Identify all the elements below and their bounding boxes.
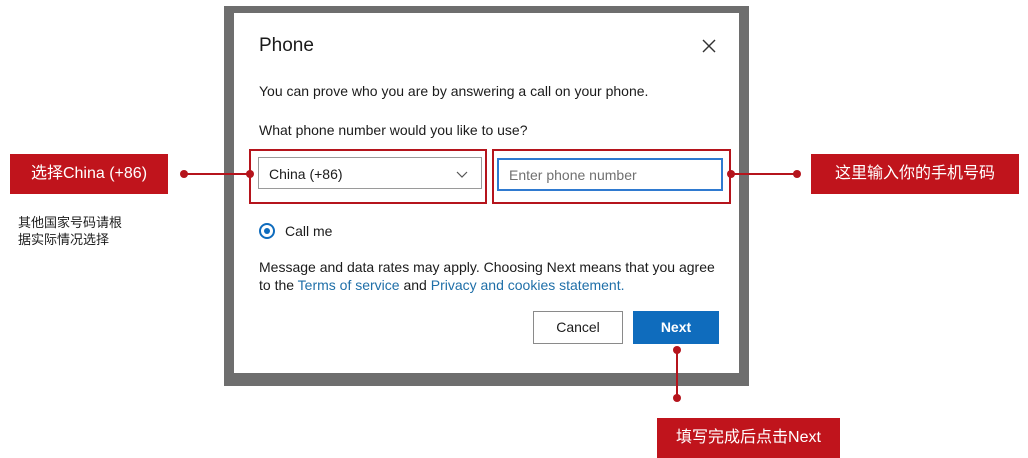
right-connector-line (731, 173, 797, 175)
phone-input-highlight (492, 149, 731, 204)
radio-selected-icon (259, 223, 275, 239)
call-me-label: Call me (285, 223, 333, 239)
privacy-statement-link[interactable]: Privacy and cookies statement. (431, 277, 625, 293)
left-note-line-1: 其他国家号码请根 (18, 215, 123, 230)
legal-text: Message and data rates may apply. Choosi… (259, 258, 719, 294)
right-callout: 这里输入你的手机号码 (811, 154, 1019, 194)
cancel-button[interactable]: Cancel (533, 311, 623, 344)
dialog-title: Phone (259, 35, 314, 56)
bottom-callout: 填写完成后点击Next (657, 418, 840, 458)
left-note: 其他国家号码请根 据实际情况选择 (18, 214, 178, 248)
terms-of-service-link[interactable]: Terms of service (298, 277, 400, 293)
left-callout: 选择China (+86) (10, 154, 168, 194)
bottom-connector-dot (673, 394, 681, 402)
left-note-line-2: 据实际情况选择 (18, 232, 110, 247)
next-button[interactable]: Next (633, 311, 719, 344)
country-select-highlight (249, 149, 487, 204)
phone-question: What phone number would you like to use? (259, 122, 528, 138)
right-connector-dot (793, 170, 801, 178)
dialog-description: You can prove who you are by answering a… (259, 83, 649, 99)
close-icon (702, 39, 716, 53)
legal-text-middle: and (399, 277, 431, 293)
left-connector-end-dot (246, 170, 254, 178)
bottom-connector-line (676, 350, 678, 396)
left-connector-line (184, 173, 249, 175)
close-button[interactable] (698, 35, 720, 57)
